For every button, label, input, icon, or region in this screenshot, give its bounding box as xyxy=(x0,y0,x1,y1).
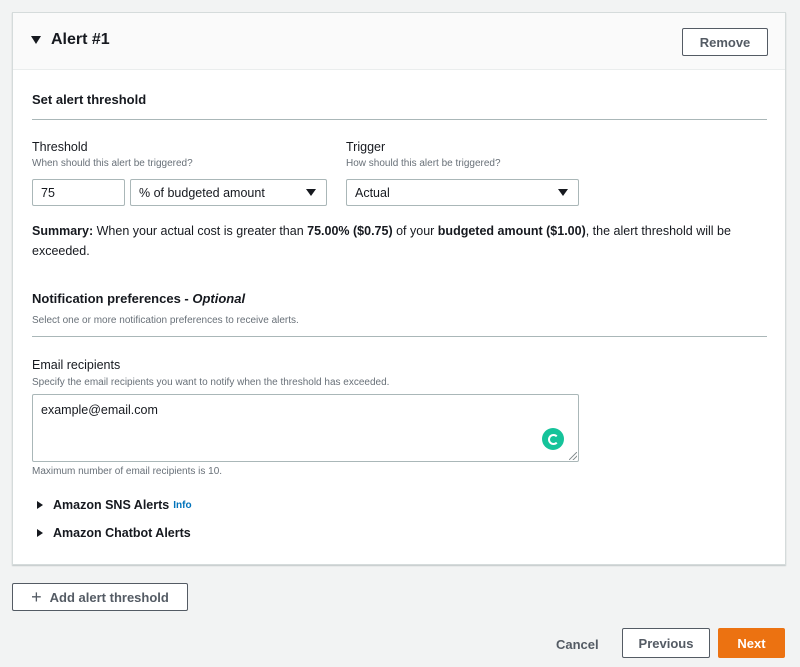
caret-down-icon xyxy=(558,189,568,196)
email-max-note: Maximum number of email recipients is 10… xyxy=(32,466,223,477)
summary-label: Summary: xyxy=(32,224,94,238)
email-description: Specify the email recipients you want to… xyxy=(32,377,390,388)
resize-handle-icon[interactable] xyxy=(569,452,577,460)
alert-title: Alert #1 xyxy=(51,31,110,48)
trigger-value: Actual xyxy=(355,185,390,200)
notification-optional: Optional xyxy=(192,291,246,306)
email-label: Email recipients xyxy=(32,358,121,372)
chevron-right-icon xyxy=(37,501,43,509)
previous-button[interactable]: Previous xyxy=(622,628,710,658)
trigger-description: How should this alert be triggered? xyxy=(346,158,501,169)
summary-budget: budgeted amount ($1.00) xyxy=(437,224,586,238)
cancel-button[interactable]: Cancel xyxy=(556,637,599,652)
alert-summary: Summary: When your actual cost is greate… xyxy=(32,221,767,261)
chevron-right-icon xyxy=(37,529,43,537)
alert-collapse-toggle[interactable]: Alert #1 xyxy=(31,31,110,49)
caret-down-icon xyxy=(31,36,41,44)
add-threshold-label: Add alert threshold xyxy=(49,589,169,605)
notification-description: Select one or more notification preferen… xyxy=(32,315,299,326)
trigger-label: Trigger xyxy=(346,140,386,154)
trigger-select[interactable]: Actual xyxy=(346,179,579,206)
plus-icon: + xyxy=(31,587,42,607)
grammarly-icon[interactable] xyxy=(542,428,564,450)
add-alert-threshold-button[interactable]: + Add alert threshold xyxy=(12,583,188,611)
threshold-label: Threshold xyxy=(32,140,88,154)
email-value: example@email.com xyxy=(41,403,158,417)
notification-section-title: Notification preferences - Optional xyxy=(32,291,245,306)
email-recipients-textarea[interactable]: example@email.com xyxy=(32,394,579,462)
chatbot-alerts-label: Amazon Chatbot Alerts xyxy=(53,526,191,540)
threshold-section-title: Set alert threshold xyxy=(32,92,147,107)
section-divider xyxy=(32,336,767,337)
notification-title: Notification preferences - xyxy=(32,291,193,306)
alert-panel: Alert #1 Remove Set alert threshold Thre… xyxy=(12,12,786,565)
threshold-value: 75 xyxy=(41,185,55,200)
section-divider xyxy=(32,119,767,120)
threshold-description: When should this alert be triggered? xyxy=(32,158,193,169)
sns-alerts-expander[interactable]: Amazon SNS Alerts Info xyxy=(37,498,192,512)
summary-text-1: When your actual cost is greater than xyxy=(93,224,308,238)
summary-percent: 75.00% ($0.75) xyxy=(307,224,393,238)
chatbot-alerts-expander[interactable]: Amazon Chatbot Alerts xyxy=(37,526,191,540)
sns-info-link[interactable]: Info xyxy=(173,500,191,511)
summary-text-2: of your xyxy=(392,224,438,238)
next-button[interactable]: Next xyxy=(718,628,785,658)
threshold-type-select[interactable]: % of budgeted amount xyxy=(130,179,327,206)
threshold-type-value: % of budgeted amount xyxy=(139,185,265,200)
caret-down-icon xyxy=(306,189,316,196)
alert-header: Alert #1 Remove xyxy=(13,13,785,70)
sns-alerts-label: Amazon SNS Alerts xyxy=(53,498,170,512)
threshold-value-input[interactable]: 75 xyxy=(32,179,125,206)
remove-button[interactable]: Remove xyxy=(682,28,768,56)
